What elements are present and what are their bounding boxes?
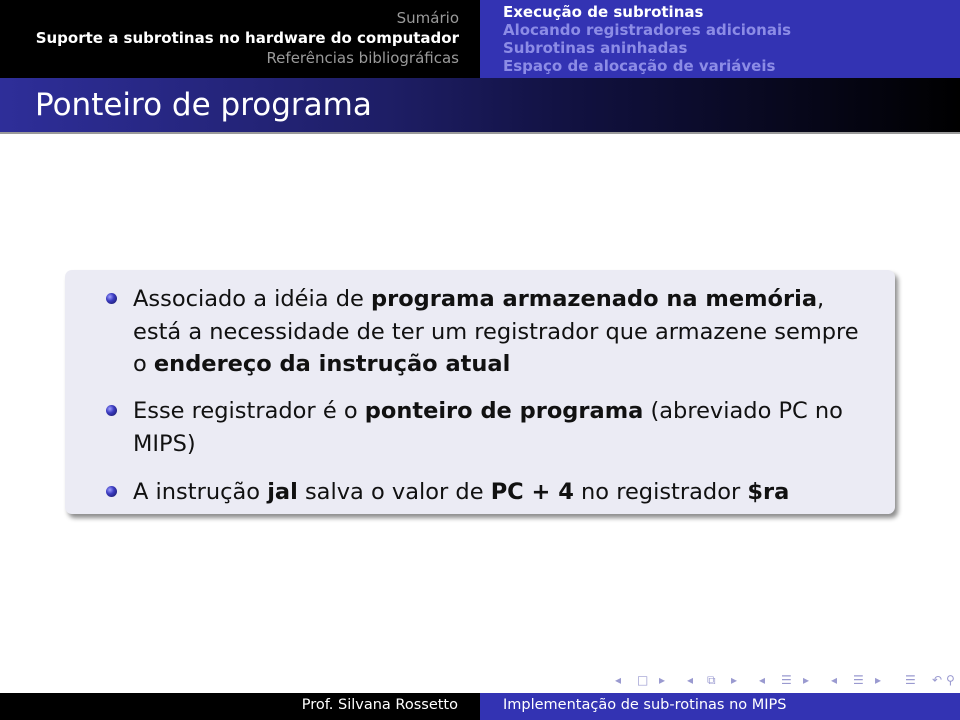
footer-author-box: Prof. Silvana Rossetto <box>0 693 480 720</box>
bullet-text: Esse registrador é o ponteiro de program… <box>133 395 887 460</box>
frame-title-bar: Ponteiro de programa <box>0 78 960 134</box>
footer-author: Prof. Silvana Rossetto <box>301 697 458 713</box>
bullet-line: o endereço da instrução atual <box>133 348 887 381</box>
subsection-icon[interactable]: ☰ <box>781 670 792 690</box>
subsection-navigation: Execução de subrotinas Alocando registra… <box>480 0 960 78</box>
prev-slide-icon[interactable]: ◂ <box>615 670 621 690</box>
text-run: Associado a idéia de <box>133 286 371 312</box>
subsection-link-espaco[interactable]: Espaço de alocação de variáveis <box>503 56 775 76</box>
search-icon[interactable]: ⚲ <box>946 670 955 690</box>
subsection-link-aninhadas[interactable]: Subrotinas aninhadas <box>503 38 687 58</box>
bullet-icon <box>106 405 117 416</box>
text-run: MIPS) <box>133 430 196 457</box>
text-run: salva o valor de <box>297 479 491 505</box>
text-run: Esse registrador é o <box>133 398 365 424</box>
bullet-icon <box>106 293 117 304</box>
frame-icon[interactable]: ⧉ <box>707 670 716 690</box>
section-navigation: Sumário Suporte a subrotinas no hardware… <box>0 0 480 78</box>
bullet-icon <box>106 486 117 497</box>
bold-text: endereço da instrução atual <box>153 351 511 377</box>
section-icon[interactable]: ☰ <box>853 670 864 690</box>
bold-text: ponteiro de programa <box>364 398 644 424</box>
prev-frame-icon[interactable]: ◂ <box>687 670 693 690</box>
text-run: no registrador <box>573 479 748 505</box>
text-run: , <box>817 286 825 312</box>
headline: Sumário Suporte a subrotinas no hardware… <box>0 0 960 78</box>
next-frame-icon[interactable]: ▸ <box>731 670 737 690</box>
footer-title: Implementação de sub-rotinas no MIPS <box>503 697 787 713</box>
back-icon[interactable]: ↶ <box>932 670 942 690</box>
subsection-link-alocando[interactable]: Alocando registradores adicionais <box>503 20 791 40</box>
subsection-link-execucao[interactable]: Execução de subrotinas <box>503 2 703 22</box>
text-run: A instrução <box>133 479 268 505</box>
content-block: Associado a idéia de programa armazenado… <box>65 270 895 514</box>
bold-text: PC + 4 <box>490 479 574 505</box>
section-link-suporte[interactable]: Suporte a subrotinas no hardware do comp… <box>36 28 459 48</box>
bold-text: programa armazenado na memória <box>371 286 818 312</box>
bullet-line: Associado a idéia de programa armazenado… <box>133 283 887 316</box>
section-link-sumario[interactable]: Sumário <box>397 8 459 28</box>
text-run: o <box>133 351 154 377</box>
next-slide-icon[interactable]: ▸ <box>659 670 665 690</box>
section-link-referencias[interactable]: Referências bibliográficas <box>266 48 459 68</box>
bold-text: jal <box>267 479 298 505</box>
footline: Prof. Silvana Rossetto Implementação de … <box>0 693 960 720</box>
text-run: (abreviado PC no <box>643 398 843 424</box>
beamer-navigation-symbols: ◂□▸◂⧉▸◂☰▸◂☰▸☰↶⚲↷ <box>615 670 960 690</box>
frame-title: Ponteiro de programa <box>35 87 372 123</box>
next-subsection-icon[interactable]: ▸ <box>803 670 809 690</box>
prev-section-icon[interactable]: ◂ <box>831 670 837 690</box>
outline-icon[interactable]: ☰ <box>905 670 916 690</box>
bullet-line: Esse registrador é o ponteiro de program… <box>133 395 887 428</box>
bullet-line: A instrução jal salva o valor de PC + 4 … <box>133 476 887 509</box>
bullet-line: está a necessidade de ter um registrador… <box>133 316 887 349</box>
next-section-icon[interactable]: ▸ <box>875 670 881 690</box>
bullet-text: Associado a idéia de programa armazenado… <box>133 283 887 381</box>
bullet-text: A instrução jal salva o valor de PC + 4 … <box>133 476 887 509</box>
prev-subsection-icon[interactable]: ◂ <box>759 670 765 690</box>
footer-title-box: Implementação de sub-rotinas no MIPS <box>480 693 960 720</box>
bold-text: $ra <box>747 479 790 505</box>
slide-icon[interactable]: □ <box>637 670 648 690</box>
bullet-line: MIPS) <box>133 428 887 461</box>
text-run: está a necessidade de ter um registrador… <box>133 318 859 345</box>
